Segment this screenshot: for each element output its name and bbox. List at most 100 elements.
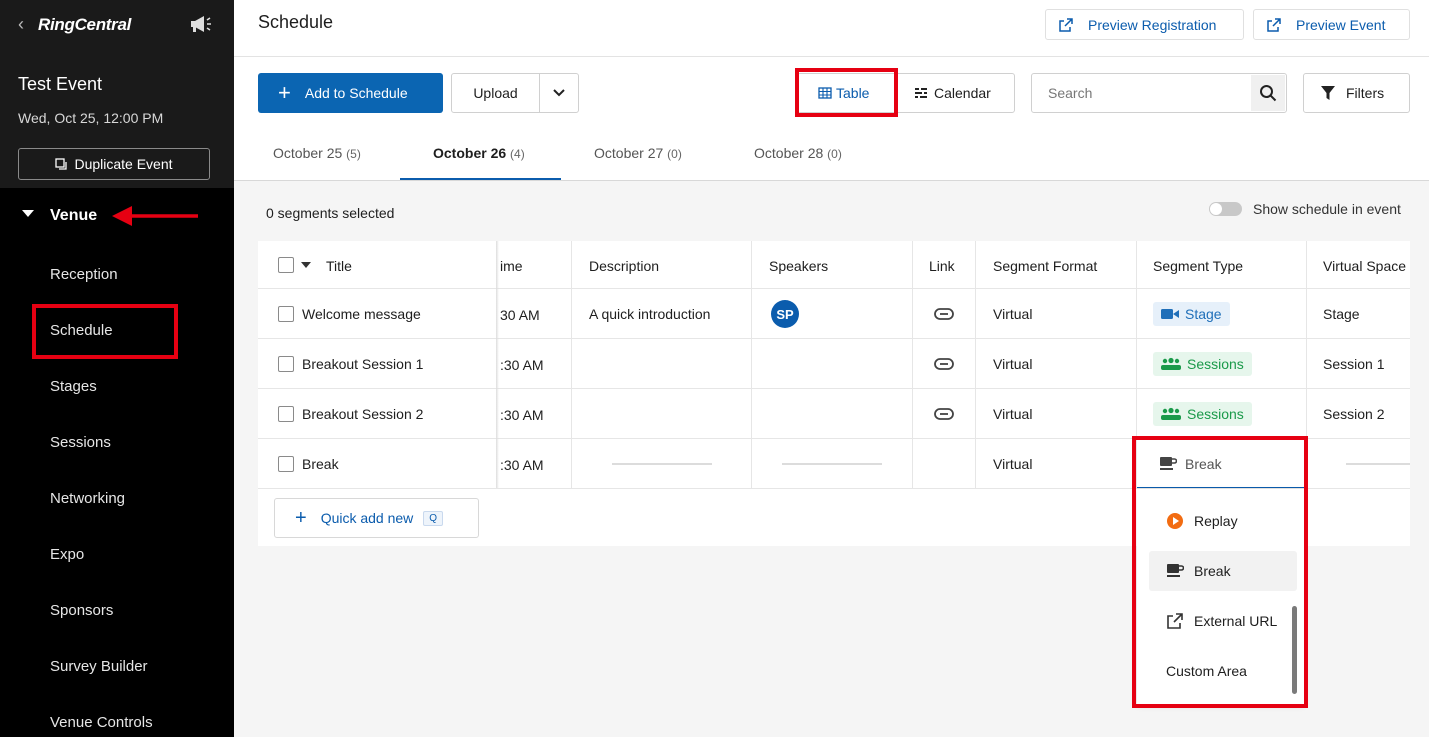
segment-type-pill-sessions[interactable]: Sessions — [1153, 352, 1252, 376]
preview-event-label: Preview Event — [1296, 16, 1386, 33]
coffee-icon — [1167, 564, 1184, 577]
frozen-column-shadow — [496, 241, 499, 488]
shortcut-key: Q — [423, 510, 444, 526]
header-virtual-space[interactable]: Virtual Space — [1323, 258, 1406, 274]
tab-october-25[interactable]: October 25 (5) — [273, 145, 361, 161]
grid-icon — [818, 87, 832, 99]
venue-label: Venue — [50, 207, 98, 224]
calendar-view-button[interactable]: Calendar — [914, 85, 991, 101]
segment-type-pill-stage[interactable]: Stage — [1153, 302, 1230, 326]
menu-item-label: External URL — [1194, 613, 1278, 629]
menu-item-custom-area[interactable]: Custom Area — [1149, 651, 1297, 691]
sidebar-item-expo[interactable]: Expo — [50, 546, 84, 563]
selection-count: 0 segments selected — [266, 205, 395, 221]
search-box — [1031, 73, 1287, 113]
segment-type-select[interactable]: Break — [1137, 440, 1304, 488]
segment-type-pill-sessions[interactable]: Sessions — [1153, 402, 1252, 426]
avatar[interactable]: SP — [771, 300, 799, 328]
quick-add-button[interactable]: + Quick add new Q — [274, 498, 479, 538]
calendar-icon — [915, 88, 927, 98]
group-icon — [1161, 407, 1181, 420]
tab-october-28[interactable]: October 28 (0) — [754, 145, 842, 161]
page-header: Schedule Preview Registration Preview Ev… — [234, 0, 1429, 57]
row-checkbox[interactable] — [278, 356, 294, 372]
filters-label: Filters — [1346, 85, 1385, 101]
date-tabs: October 25 (5) October 26 (4) October 27… — [234, 132, 1429, 181]
row-title[interactable]: Breakout Session 2 — [302, 406, 423, 422]
sidebar-item-sponsors[interactable]: Sponsors — [50, 602, 113, 619]
header-link[interactable]: Link — [929, 258, 955, 274]
search-button[interactable] — [1251, 75, 1285, 111]
link-icon[interactable] — [934, 308, 954, 320]
row-virtual-space: Session 1 — [1323, 356, 1385, 372]
row-checkbox[interactable] — [278, 456, 294, 472]
header-segment-format[interactable]: Segment Format — [993, 258, 1097, 274]
menu-item-external-url[interactable]: External URL — [1149, 601, 1297, 641]
caret-down-icon — [22, 210, 34, 217]
external-link-icon — [1167, 613, 1183, 629]
row-checkbox[interactable] — [278, 306, 294, 322]
menu-scrollbar[interactable] — [1292, 606, 1297, 694]
link-icon[interactable] — [934, 408, 954, 420]
menu-item-break[interactable]: Break — [1149, 551, 1297, 591]
col-divider — [571, 241, 572, 488]
sidebar-item-survey-builder[interactable]: Survey Builder — [50, 658, 148, 675]
empty-placeholder — [782, 463, 882, 465]
menu-item-replay[interactable]: Replay — [1149, 501, 1297, 541]
row-time: :30 AM — [500, 357, 544, 373]
header-speakers[interactable]: Speakers — [769, 258, 828, 274]
preview-registration-button[interactable]: Preview Registration — [1045, 9, 1244, 40]
show-schedule-label: Show schedule in event — [1253, 201, 1401, 217]
annotation-arrow — [112, 206, 198, 226]
tab-october-26[interactable]: October 26 (4) — [433, 145, 525, 161]
table-view-button[interactable]: Table — [818, 85, 869, 101]
row-title[interactable]: Welcome message — [302, 306, 421, 322]
row-time: 30 AM — [500, 307, 540, 323]
sidebar: ‹ RingCentral Test Event Wed, Oct 25, 12… — [0, 0, 234, 737]
page-title: Schedule — [258, 12, 334, 32]
row-divider — [258, 388, 1410, 389]
header-segment-type[interactable]: Segment Type — [1153, 258, 1243, 274]
back-chevron-icon[interactable]: ‹ — [18, 14, 24, 35]
preview-registration-label: Preview Registration — [1088, 16, 1217, 33]
preview-event-button[interactable]: Preview Event — [1253, 9, 1410, 40]
row-virtual-space: Stage — [1323, 306, 1360, 322]
show-schedule-toggle[interactable] — [1209, 202, 1242, 216]
external-link-icon — [1267, 17, 1281, 32]
sidebar-item-reception[interactable]: Reception — [50, 266, 118, 283]
megaphone-icon[interactable] — [188, 14, 212, 34]
row-segment-format: Virtual — [993, 306, 1033, 322]
duplicate-event-button[interactable]: Duplicate Event — [18, 148, 210, 180]
external-link-icon — [1059, 17, 1073, 32]
caret-down-icon[interactable] — [301, 262, 311, 268]
sidebar-item-schedule[interactable]: Schedule — [50, 322, 113, 339]
header-description[interactable]: Description — [589, 258, 659, 274]
sidebar-item-venue-controls[interactable]: Venue Controls — [50, 714, 153, 731]
header-title[interactable]: Title — [326, 258, 352, 274]
row-title[interactable]: Break — [302, 456, 339, 472]
col-divider — [751, 241, 752, 488]
table-view-label: Table — [836, 85, 870, 101]
row-checkbox[interactable] — [278, 406, 294, 422]
sidebar-item-networking[interactable]: Networking — [50, 490, 125, 507]
select-all-checkbox[interactable] — [278, 257, 294, 273]
plus-icon: + — [278, 80, 291, 105]
filters-button[interactable]: Filters — [1303, 73, 1410, 113]
duplicate-event-label: Duplicate Event — [74, 156, 173, 172]
sidebar-item-stages[interactable]: Stages — [50, 378, 97, 395]
sidebar-item-sessions[interactable]: Sessions — [50, 434, 111, 451]
add-to-schedule-button[interactable]: + Add to Schedule — [258, 73, 443, 113]
search-input[interactable] — [1033, 75, 1249, 111]
row-description: A quick introduction — [589, 306, 711, 322]
link-icon[interactable] — [934, 358, 954, 370]
upload-button[interactable]: Upload — [452, 74, 540, 112]
col-divider — [1306, 241, 1307, 488]
search-icon — [1260, 85, 1277, 102]
tab-october-27[interactable]: October 27 (0) — [594, 145, 682, 161]
logo: RingCentral — [38, 15, 132, 34]
upload-menu-button[interactable] — [540, 74, 578, 112]
header-time[interactable]: ime — [500, 258, 523, 274]
add-to-schedule-label: Add to Schedule — [304, 85, 408, 101]
row-title[interactable]: Breakout Session 1 — [302, 356, 423, 372]
calendar-view-label: Calendar — [934, 85, 991, 101]
